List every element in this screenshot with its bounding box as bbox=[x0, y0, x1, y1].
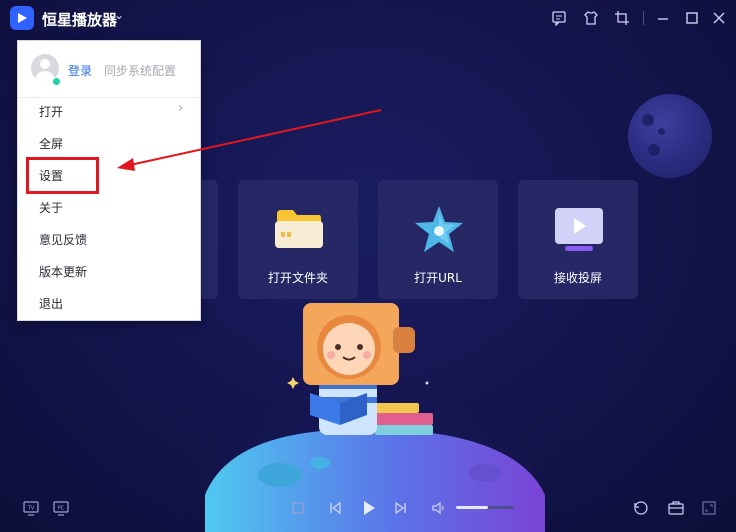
annotation-arrow-icon bbox=[117, 109, 382, 171]
app-window: 恒星播放器 ⌄ 打开文件夹 打开URL 接收投屏 TV PC 登录 同步系统配置… bbox=[0, 0, 736, 532]
